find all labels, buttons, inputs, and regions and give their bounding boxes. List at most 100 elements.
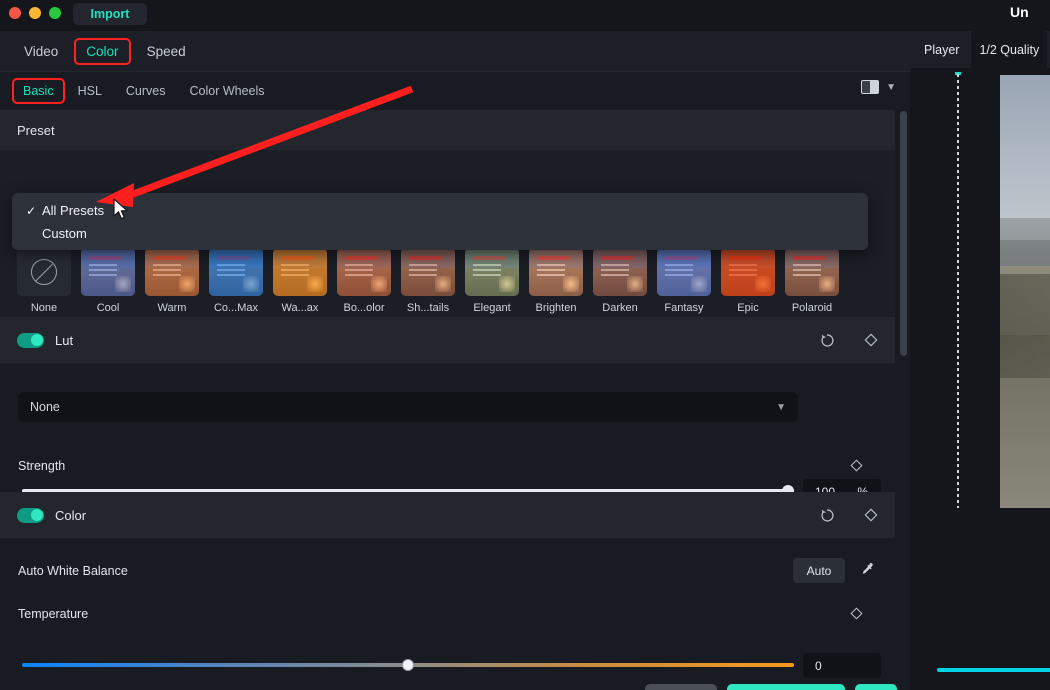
lut-title: Lut — [55, 332, 74, 348]
player-tab-bar: Player 1/2 Quality — [910, 31, 1050, 68]
title-bar: Import Un — [0, 0, 1050, 31]
tab-speed[interactable]: Speed — [137, 40, 196, 63]
preset-item[interactable]: Epic — [721, 248, 775, 314]
scrollbar-thumb[interactable] — [900, 111, 907, 356]
eyedropper-icon[interactable] — [858, 561, 875, 578]
preset-thumbnail[interactable] — [593, 248, 647, 296]
preset-name: Sh...tails — [406, 302, 450, 314]
preset-thumbnail[interactable] — [209, 248, 263, 296]
preset-name: Elegant — [473, 302, 511, 314]
mouse-pointer-icon — [113, 198, 128, 220]
player-dotted-divider — [957, 74, 959, 508]
preset-item[interactable]: Fantasy — [657, 248, 711, 314]
preset-thumbnail[interactable] — [657, 248, 711, 296]
preset-list[interactable]: None Cool Warm Co...Max Wa...ax Bo...olo… — [17, 248, 839, 314]
preset-name: Wa...ax — [281, 302, 319, 314]
dropdown-item-label: Custom — [42, 226, 87, 241]
tab-player[interactable]: Player — [910, 43, 959, 57]
preset-item[interactable]: None — [17, 248, 71, 314]
check-icon: ✓ — [26, 203, 37, 218]
preset-thumbnail[interactable] — [337, 248, 391, 296]
compare-view-control[interactable]: ▼ — [861, 80, 896, 94]
no-preset-icon — [31, 259, 57, 285]
playback-progress-bar[interactable] — [937, 668, 1050, 672]
preset-thumbnail[interactable] — [401, 248, 455, 296]
preset-name: Bo...olor — [343, 302, 385, 314]
reset-icon[interactable] — [819, 507, 836, 524]
preset-name: Fantasy — [664, 302, 704, 314]
keyframe-diamond-icon[interactable] — [850, 459, 863, 472]
dropdown-item-label: All Presets — [42, 203, 105, 218]
bottom-extra-button[interactable] — [855, 684, 897, 690]
tab-color[interactable]: Color — [74, 37, 131, 65]
preset-thumbnail[interactable] — [17, 248, 71, 296]
app-window: Import Un Video Color Speed Basic HSL Cu… — [0, 0, 1050, 690]
preset-thumbnail[interactable] — [785, 248, 839, 296]
color-toggle[interactable] — [17, 507, 44, 523]
auto-white-balance-button[interactable]: Auto — [793, 558, 845, 583]
lut-select-value: None — [30, 400, 60, 414]
preset-name: Warm — [157, 302, 187, 314]
lut-select[interactable]: None ▼ — [18, 392, 798, 422]
tab-curves[interactable]: Curves — [117, 80, 175, 102]
preset-thumbnail[interactable] — [721, 248, 775, 296]
tab-video[interactable]: Video — [14, 40, 68, 63]
preset-thumbnail[interactable] — [145, 248, 199, 296]
bottom-primary-button[interactable] — [727, 684, 845, 690]
preset-label: Preset — [17, 122, 55, 138]
preset-name: Cool — [96, 302, 120, 314]
lut-toggle[interactable] — [17, 332, 44, 348]
preset-name: Polaroid — [791, 302, 833, 314]
temperature-label: Temperature — [18, 607, 89, 621]
sub-tab-bar: Basic HSL Curves Color Wheels — [0, 72, 910, 110]
chevron-down-icon[interactable]: ▼ — [776, 402, 786, 413]
tab-hsl[interactable]: HSL — [69, 80, 111, 102]
preset-item[interactable]: Co...Max — [209, 248, 263, 314]
lut-section-body: None ▼ Strength 100 % — [0, 363, 895, 504]
main-tab-bar: Video Color Speed — [0, 31, 910, 72]
color-section-header: Color — [0, 492, 895, 538]
temperature-slider-knob[interactable] — [402, 659, 414, 671]
dropdown-item-custom[interactable]: Custom — [12, 222, 868, 245]
preset-item[interactable]: Brighten — [529, 248, 583, 314]
preset-name: Epic — [737, 302, 759, 314]
preset-item[interactable]: Polaroid — [785, 248, 839, 314]
preset-item[interactable]: Darken — [593, 248, 647, 314]
preset-item[interactable]: Bo...olor — [337, 248, 391, 314]
preset-section-header: Preset — [0, 110, 895, 150]
preset-name: None — [30, 302, 58, 314]
close-window-icon[interactable] — [9, 7, 21, 19]
preset-item[interactable]: Sh...tails — [401, 248, 455, 314]
quality-selector[interactable]: 1/2 Quality — [971, 31, 1048, 68]
preset-thumbnail[interactable] — [529, 248, 583, 296]
window-controls[interactable] — [9, 7, 61, 19]
preset-thumbnail[interactable] — [273, 248, 327, 296]
preset-item[interactable]: Warm — [145, 248, 199, 314]
bottom-secondary-button[interactable] — [645, 684, 717, 690]
color-title: Color — [55, 507, 87, 523]
dropdown-item-all-presets[interactable]: ✓ All Presets — [12, 199, 868, 222]
maximize-window-icon[interactable] — [49, 7, 61, 19]
preset-item[interactable]: Wa...ax — [273, 248, 327, 314]
video-preview[interactable] — [1000, 75, 1050, 508]
keyframe-diamond-icon[interactable] — [864, 508, 878, 522]
split-compare-icon[interactable] — [861, 80, 880, 94]
import-button[interactable]: Import — [73, 3, 147, 25]
preset-filter-dropdown[interactable]: ✓ All Presets Custom — [12, 193, 868, 250]
preset-scrollbar[interactable] — [900, 111, 907, 361]
preset-item[interactable]: Cool — [81, 248, 135, 314]
preset-name: Co...Max — [213, 302, 258, 314]
preset-item[interactable]: Elegant — [465, 248, 519, 314]
tab-basic[interactable]: Basic — [12, 78, 65, 104]
preset-thumbnail[interactable] — [81, 248, 135, 296]
chevron-down-icon[interactable]: ▼ — [886, 82, 896, 93]
reset-icon[interactable] — [819, 332, 836, 349]
editor-panel: Video Color Speed Basic HSL Curves Color… — [0, 31, 910, 690]
preset-thumbnail[interactable] — [465, 248, 519, 296]
color-section-body: Auto White Balance Auto Temperature 0 — [0, 538, 895, 690]
keyframe-diamond-icon[interactable] — [864, 333, 878, 347]
minimize-window-icon[interactable] — [29, 7, 41, 19]
temperature-value-box[interactable]: 0 — [803, 653, 881, 678]
tab-color-wheels[interactable]: Color Wheels — [181, 80, 274, 102]
keyframe-diamond-icon[interactable] — [850, 607, 863, 620]
